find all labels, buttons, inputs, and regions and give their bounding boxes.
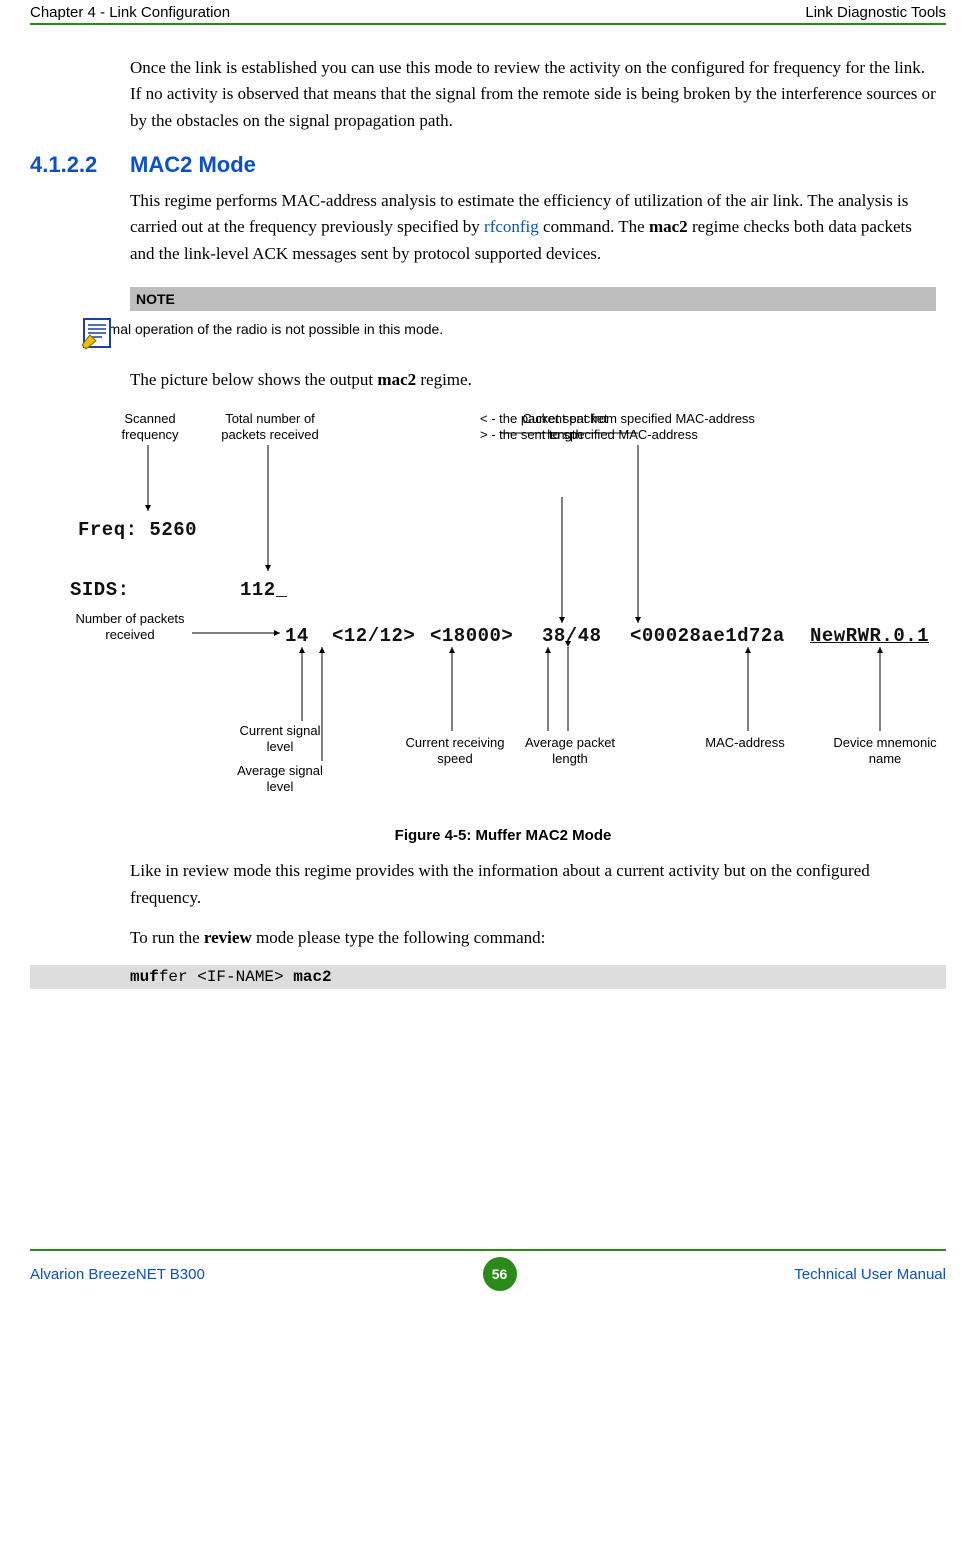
terminal-pktlen: 38/48 xyxy=(542,625,602,647)
label-current-signal: Current signallevel xyxy=(220,723,340,754)
terminal-count: 14 xyxy=(285,625,309,647)
section-number: 4.1.2.2 xyxy=(30,152,130,178)
note-icon xyxy=(80,315,116,351)
figure-diagram: Scannedfrequency Total number ofpackets … xyxy=(70,411,970,821)
note-body: Normal operation of the radio is not pos… xyxy=(80,319,936,339)
label-current-packet-length: Current packetlength xyxy=(510,411,620,442)
mac2-term: mac2 xyxy=(649,217,688,236)
page-number-badge: 56 xyxy=(483,1257,517,1291)
label-avg-pkt-len: Average packetlength xyxy=(510,735,630,766)
cmd-suffix: mac2 xyxy=(293,968,331,986)
label-mac-address: MAC-address xyxy=(690,735,800,751)
body-text: regime. xyxy=(416,370,472,389)
label-scanned-frequency: Scannedfrequency xyxy=(110,411,190,442)
header-section: Link Diagnostic Tools xyxy=(805,4,946,21)
terminal-signal-ratio: <12/12> xyxy=(332,625,415,647)
body-text: The picture below shows the output xyxy=(130,370,377,389)
footer-manual: Technical User Manual xyxy=(794,1266,946,1283)
terminal-sids: SIDS: xyxy=(70,579,130,601)
label-average-signal: Average signallevel xyxy=(220,763,340,794)
body-paragraph-1: This regime performs MAC-address analysi… xyxy=(130,188,936,267)
header-chapter: Chapter 4 - Link Configuration xyxy=(30,4,230,21)
terminal-device-name: NewRWR.0.1 xyxy=(810,625,929,647)
footer-product: Alvarion BreezeNET B300 xyxy=(30,1266,205,1283)
body-paragraph-2: The picture below shows the output mac2 … xyxy=(130,367,936,393)
rfconfig-link[interactable]: rfconfig xyxy=(484,217,539,236)
body-paragraph-4: To run the review mode please type the f… xyxy=(130,925,936,951)
header-rule xyxy=(30,23,946,25)
terminal-speed: <18000> xyxy=(430,625,513,647)
label-num-packets-received: Number of packetsreceived xyxy=(70,611,190,642)
body-paragraph-3: Like in review mode this regime provides… xyxy=(130,858,936,911)
review-term: review xyxy=(204,928,252,947)
terminal-freq: Freq: 5260 xyxy=(78,519,197,541)
mac2-term: mac2 xyxy=(377,370,416,389)
command-bar: muffer <IF-NAME> mac2 xyxy=(30,965,946,989)
cmd-mid: fer <IF-NAME> xyxy=(159,968,293,986)
label-current-speed: Current receivingspeed xyxy=(390,735,520,766)
label-device-mnemonic: Device mnemonicname xyxy=(820,735,950,766)
cmd-prefix: muf xyxy=(130,968,159,986)
note-heading: NOTE xyxy=(130,287,936,311)
intro-paragraph: Once the link is established you can use… xyxy=(130,55,936,134)
figure-caption: Figure 4-5: Muffer MAC2 Mode xyxy=(70,827,936,844)
section-title: MAC2 Mode xyxy=(130,152,256,178)
body-text: command. The xyxy=(539,217,649,236)
terminal-mac: <00028ae1d72a xyxy=(630,625,785,647)
body-text: To run the xyxy=(130,928,204,947)
body-text: mode please type the following command: xyxy=(252,928,546,947)
label-total-packets: Total number ofpackets received xyxy=(210,411,330,442)
footer-rule xyxy=(30,1249,946,1251)
terminal-total: 112_ xyxy=(240,579,288,601)
